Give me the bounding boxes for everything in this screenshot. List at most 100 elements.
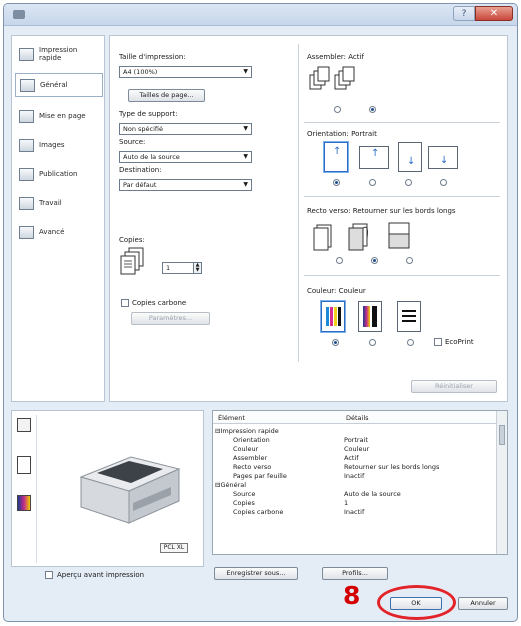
column-divider [298,44,299,362]
row-detail: Couleur [344,445,370,453]
page-view-icon[interactable] [17,456,31,474]
printer-image [79,456,181,524]
monochrome-radio[interactable] [407,339,414,346]
monochrome-lines-icon [402,310,416,322]
source-value: Auto de la source [123,153,180,161]
custom-color-option[interactable] [358,301,382,332]
copies-icon [120,247,144,275]
print-size-select[interactable]: A4 (100%) ▼ [119,66,252,78]
images-icon [19,138,34,152]
color-view-icon[interactable] [17,495,31,511]
row-element: Assembler [233,454,268,462]
save-as-button[interactable]: Enregistrer sous... [214,567,298,580]
step-number-callout: 8 [343,581,361,610]
advanced-icon [19,225,34,239]
duplex-short-radio[interactable] [406,257,413,264]
monochrome-option[interactable] [397,301,421,332]
table-row: Pages par feuille Inactif [233,472,513,481]
simplex-icon [313,224,332,251]
chevron-down-icon: ▼ [243,181,248,188]
reset-button[interactable]: Réinitialiser [411,380,497,393]
custom-color-radio[interactable] [369,339,376,346]
orientation-landscape-option[interactable]: ↑ [359,146,389,169]
sidebar-item-images[interactable]: Images [15,133,103,157]
chevron-down-icon: ▼ [243,125,248,132]
media-type-select[interactable]: Non spécifié ▼ [119,123,252,135]
row-element: Orientation [233,436,270,444]
print-size-label: Taille d'impression: [119,53,186,61]
simplex-radio[interactable] [336,257,343,264]
source-label: Source: [119,138,146,146]
copies-value: 1 [166,264,171,272]
printer-preview-pane: PCL XL [11,410,204,567]
settings-summary-table: Élément Détails ⊟Impression rapide Orien… [212,410,508,555]
color-mode-option[interactable] [321,301,345,332]
row-detail: Portrait [344,436,368,444]
section-divider [304,196,500,197]
sidebar-item-advanced[interactable]: Avancé [15,220,103,244]
scrollbar-thumb[interactable] [499,425,505,445]
table-scrollbar[interactable] [496,411,507,554]
general-settings-panel: Taille d'impression: A4 (100%) ▼ Tailles… [109,35,508,402]
duplex-long-edge-icon [348,223,368,251]
carbon-settings-button[interactable]: Paramètres... [131,312,210,325]
chevron-down-icon: ▼ [243,153,248,160]
orientation-portrait-rotated-option[interactable]: ↓ [398,142,422,172]
table-row: Couleur Couleur [233,445,513,454]
destination-select[interactable]: Par défaut ▼ [119,179,252,191]
table-row: Source Auto de la source [233,490,513,499]
arrow-up-icon: ↑ [333,146,342,157]
duplex-long-radio[interactable] [371,257,378,264]
copies-spinner[interactable]: ▲ ▼ [193,262,202,274]
color-radio[interactable] [332,339,339,346]
table-row: Copies carbone Inactif [233,508,513,517]
row-element: ⊟Général [215,481,247,489]
arrow-down-icon: ↓ [407,156,416,167]
row-element: Copies carbone [233,508,284,516]
layout-icon [19,109,34,123]
collate-options [309,66,355,90]
printer-view-icon[interactable] [17,418,31,432]
color-bars-icon [326,307,341,326]
row-detail: Actif [344,454,359,462]
cancel-button[interactable]: Annuler [458,597,508,610]
sidebar-item-layout[interactable]: Mise en page [15,104,103,128]
ok-highlight-ring [377,585,456,620]
orientation-portrait-option[interactable]: ↑ [324,142,348,172]
source-select[interactable]: Auto de la source ▼ [119,151,252,163]
quick-print-icon [19,47,34,61]
preview-checkbox-label: Aperçu avant impression [57,571,145,579]
color-label: Couleur: Couleur [307,287,366,295]
collated-icon [334,66,355,90]
row-element: Pages par feuille [233,472,287,480]
portrait-rotated-radio[interactable] [405,179,412,186]
media-type-label: Type de support: [119,110,178,118]
row-detail: Inactif [344,472,365,480]
table-row: ⊟Général [215,481,495,490]
sidebar-item-general[interactable]: Général [15,73,103,97]
copies-label: Copies: [119,236,145,244]
row-detail: 1 [344,499,349,507]
column-header-element: Élément [218,414,245,422]
help-button[interactable]: ? [453,6,475,21]
landscape-radio[interactable] [369,179,376,186]
close-button[interactable]: ✕ [475,6,513,21]
title-bar: ? ✕ [4,4,517,26]
orientation-landscape-rotated-option[interactable]: ↓ [428,146,458,169]
page-sizes-button[interactable]: Tailles de page... [128,89,205,102]
preview-checkbox[interactable] [45,571,53,579]
window-icon [13,10,25,19]
chevron-down-icon: ▼ [243,68,248,75]
landscape-rotated-radio[interactable] [440,179,447,186]
sidebar-item-label: Travail [39,199,62,207]
sidebar-item-quick-print[interactable]: Impression rapide [15,42,103,66]
copies-input[interactable]: 1 [162,262,194,274]
carbon-copies-checkbox[interactable] [121,299,129,307]
collate-off-radio[interactable] [334,106,341,113]
ecoprint-checkbox[interactable] [434,338,442,346]
portrait-radio[interactable] [333,179,340,186]
profiles-button[interactable]: Profils... [322,567,388,580]
sidebar-item-publication[interactable]: Publication [15,162,103,186]
sidebar-item-job[interactable]: Travail [15,191,103,215]
collate-on-radio[interactable] [369,106,376,113]
